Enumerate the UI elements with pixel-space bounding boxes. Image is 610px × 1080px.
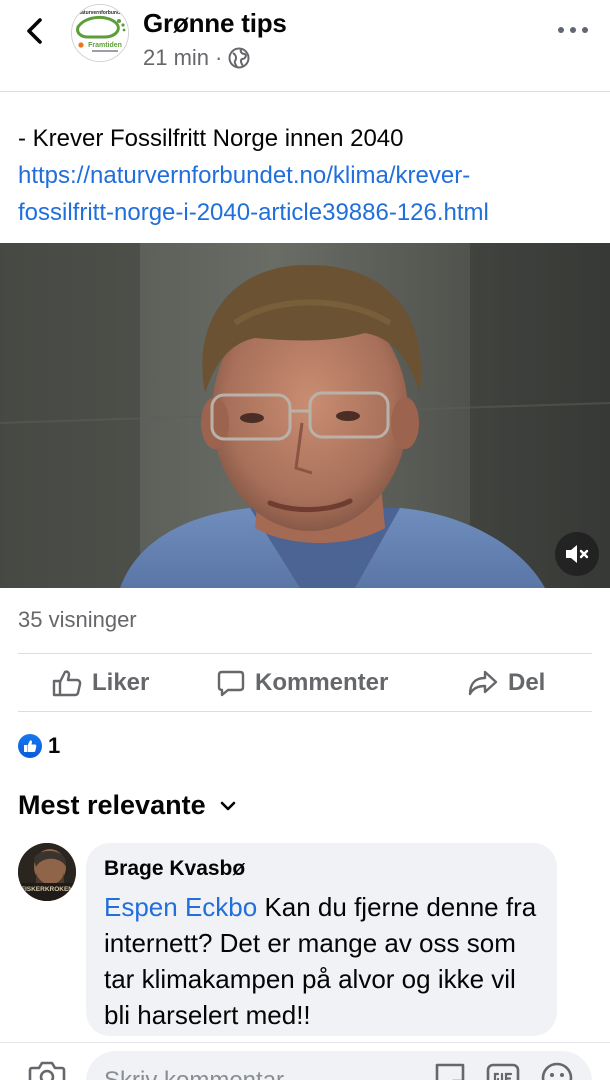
comment-bubble[interactable]: Brage Kvasbø Espen Eckbo Kan du fjerne d… <box>86 843 557 1036</box>
emoji-button[interactable] <box>540 1061 574 1080</box>
comment-text: Espen Eckbo Kan du fjerne denne fra inte… <box>104 889 539 1033</box>
video-player[interactable] <box>0 243 610 588</box>
thumbs-up-icon <box>52 670 82 697</box>
like-label: Liker <box>92 669 150 696</box>
speaker-muted-icon <box>566 545 589 563</box>
post-time[interactable]: 21 min <box>143 45 209 71</box>
divider <box>18 711 592 712</box>
chevron-left-icon <box>27 18 42 44</box>
logo-text-bottom: Framtiden <box>88 42 122 49</box>
post-body: - Krever Fossilfritt Norge innen 2040 ht… <box>18 120 593 231</box>
comment-sort-label: Mest relevante <box>18 790 206 820</box>
like-reaction-icon <box>18 734 42 758</box>
post-actions: Liker Kommenter Del <box>0 655 610 711</box>
page-name[interactable]: Grønne tips <box>143 8 287 39</box>
commenter-avatar[interactable]: FISKERKROKEN <box>18 843 76 901</box>
back-button[interactable] <box>18 14 50 48</box>
post-meta: 21 min · <box>143 45 250 71</box>
like-button[interactable]: Liker <box>52 655 149 711</box>
globe-icon <box>228 47 250 69</box>
post-link-line1: https://naturvernforbundet.no/klima/krev… <box>18 162 471 189</box>
video-frame <box>0 243 610 588</box>
view-count[interactable]: 35 visninger <box>18 607 137 633</box>
chevron-down-icon <box>220 801 235 810</box>
post-text: - Krever Fossilfritt Norge innen 2040 <box>18 125 404 152</box>
comment-mention[interactable]: Espen Eckbo <box>104 892 257 922</box>
more-dot-icon <box>570 27 576 33</box>
like-count: 1 <box>48 733 61 758</box>
comment-label: Kommenter <box>255 669 389 696</box>
organization-logo: Naturvernforbundet Framtiden <box>72 5 128 61</box>
gif-button[interactable] <box>486 1061 520 1080</box>
comment-bubble-icon <box>217 670 245 697</box>
comment-sort-dropdown[interactable]: Mest relevante <box>18 790 236 821</box>
share-arrow-icon <box>468 670 498 696</box>
divider <box>18 653 592 654</box>
share-button[interactable]: Del <box>468 655 545 711</box>
comment-composer <box>0 1042 610 1080</box>
emoji-icon <box>541 1062 573 1080</box>
gif-icon <box>486 1063 520 1080</box>
camera-icon <box>28 1061 66 1080</box>
more-dot-icon <box>558 27 564 33</box>
avatar-image: FISKERKROKEN <box>18 843 76 901</box>
meta-separator: · <box>215 45 223 70</box>
share-label: Del <box>508 669 546 696</box>
page-avatar[interactable]: Naturvernforbundet Framtiden <box>71 4 129 62</box>
mute-button[interactable] <box>555 532 599 576</box>
avatar-caption: FISKERKROKEN <box>21 886 73 893</box>
sticker-icon <box>435 1063 465 1080</box>
more-dot-icon <box>582 27 588 33</box>
sticker-button[interactable] <box>433 1061 467 1080</box>
post-header: Naturvernforbundet Framtiden Grønne tips… <box>0 0 610 92</box>
logo-text-top: Naturvernforbundet <box>78 10 125 16</box>
reaction-summary[interactable]: 1 <box>18 733 60 759</box>
comment-author[interactable]: Brage Kvasbø <box>104 857 539 881</box>
comment-button[interactable]: Kommenter <box>217 655 388 711</box>
post-link-line2: fossilfritt-norge-i-2040-article39886-12… <box>18 199 489 226</box>
camera-button[interactable] <box>28 1061 66 1080</box>
post-link[interactable]: https://naturvernforbundet.no/klima/krev… <box>18 157 593 231</box>
more-options-button[interactable] <box>558 20 588 40</box>
